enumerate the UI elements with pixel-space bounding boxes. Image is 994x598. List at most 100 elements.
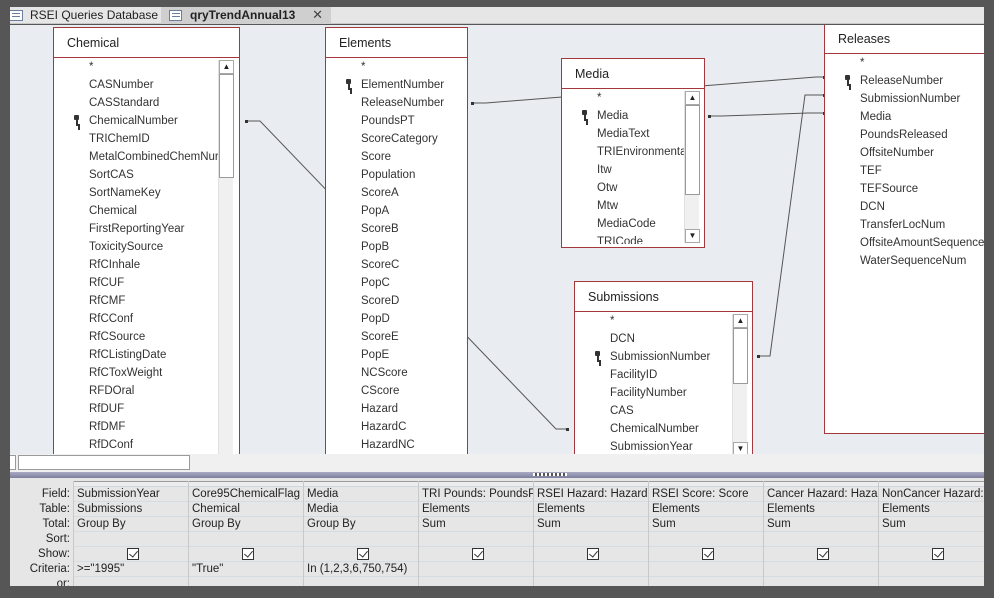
field-item[interactable]: RfDUF bbox=[54, 400, 239, 418]
field-item[interactable]: Media bbox=[825, 108, 984, 126]
field-item[interactable]: SortCAS bbox=[54, 166, 239, 184]
grid-cell-sort[interactable] bbox=[534, 532, 648, 547]
show-checkbox[interactable] bbox=[701, 548, 714, 561]
field-item[interactable]: PopC bbox=[326, 274, 467, 292]
scroll-thumb[interactable] bbox=[733, 328, 748, 384]
show-checkbox[interactable] bbox=[126, 548, 139, 561]
field-item[interactable]: SubmissionYear bbox=[575, 438, 752, 455]
grid-cell-show[interactable] bbox=[534, 547, 648, 562]
tab-qrytrendannual13[interactable]: qryTrendAnnual13 ✕ bbox=[161, 7, 331, 24]
close-icon[interactable]: ✕ bbox=[312, 7, 323, 23]
grid-cell-total[interactable]: Sum bbox=[764, 517, 878, 532]
field-item[interactable]: ScoreCategory bbox=[326, 130, 467, 148]
field-item[interactable]: TRICode bbox=[562, 233, 704, 244]
grid-cell-table[interactable]: Submissions bbox=[74, 502, 188, 517]
field-item[interactable]: CAS bbox=[575, 402, 752, 420]
field-item[interactable]: Hazard bbox=[326, 400, 467, 418]
field-item[interactable]: PoundsReleased bbox=[825, 126, 984, 144]
field-item[interactable]: OffsiteNumber bbox=[825, 144, 984, 162]
field-item[interactable]: TRIChemID bbox=[54, 130, 239, 148]
grid-cell-total[interactable]: Sum bbox=[534, 517, 648, 532]
grid-cell-criteria[interactable]: >="1995" bbox=[74, 562, 188, 577]
grid-cell-field[interactable]: SubmissionYear bbox=[74, 487, 188, 502]
horizontal-scrollbar[interactable] bbox=[18, 455, 190, 470]
field-item[interactable]: PopA bbox=[326, 202, 467, 220]
field-item[interactable]: HazardC bbox=[326, 418, 467, 436]
scroll-up-arrow-icon[interactable]: ▲ bbox=[685, 91, 700, 105]
field-item[interactable]: DCN bbox=[825, 198, 984, 216]
field-item[interactable]: OffsiteAmountSequence bbox=[825, 234, 984, 252]
grid-cell-criteria[interactable] bbox=[649, 562, 763, 577]
field-item[interactable]: RfCConf bbox=[54, 310, 239, 328]
grid-cell-total[interactable]: Group By bbox=[74, 517, 188, 532]
grid-cell-show[interactable] bbox=[304, 547, 418, 562]
field-item[interactable]: ScoreA bbox=[326, 184, 467, 202]
field-item[interactable]: Mtw bbox=[562, 197, 704, 215]
field-item[interactable]: RFDOral bbox=[54, 382, 239, 400]
grid-cell-table[interactable]: Elements bbox=[534, 502, 648, 517]
show-checkbox[interactable] bbox=[471, 548, 484, 561]
scrollbar[interactable]: ▲ bbox=[218, 60, 234, 455]
show-checkbox[interactable] bbox=[356, 548, 369, 561]
field-item[interactable]: FacilityID bbox=[575, 366, 752, 384]
grid-cell-show[interactable] bbox=[879, 547, 984, 562]
grid-cell-field[interactable]: RSEI Score: Score bbox=[649, 487, 763, 502]
grid-cell-field[interactable]: NonCancer Hazard: HazardNC bbox=[879, 487, 984, 502]
field-item[interactable]: Otw bbox=[562, 179, 704, 197]
field-item[interactable]: RfCToxWeight bbox=[54, 364, 239, 382]
table-media[interactable]: Media * Media MediaText TRIEnvironmenta Itw O… bbox=[561, 58, 705, 248]
show-checkbox[interactable] bbox=[816, 548, 829, 561]
grid-cell-sort[interactable] bbox=[649, 532, 763, 547]
field-item[interactable]: SubmissionNumber bbox=[825, 90, 984, 108]
scroll-up-arrow-icon[interactable]: ▲ bbox=[219, 60, 234, 74]
grid-cell-show[interactable] bbox=[649, 547, 763, 562]
field-item[interactable]: MetalCombinedChemNur bbox=[54, 148, 239, 166]
field-item[interactable]: DCN bbox=[575, 330, 752, 348]
show-checkbox[interactable] bbox=[586, 548, 599, 561]
grid-cell-or[interactable] bbox=[419, 577, 533, 586]
grid-cell-total[interactable]: Sum bbox=[649, 517, 763, 532]
grid-cell-sort[interactable] bbox=[304, 532, 418, 547]
grid-cell-table[interactable]: Elements bbox=[419, 502, 533, 517]
field-item[interactable]: Score bbox=[326, 148, 467, 166]
scroll-thumb[interactable] bbox=[685, 105, 700, 195]
grid-cell-or[interactable] bbox=[879, 577, 984, 586]
field-item[interactable]: Media bbox=[562, 107, 704, 125]
field-item[interactable]: RfDMF bbox=[54, 418, 239, 436]
grid-cell-table[interactable]: Elements bbox=[764, 502, 878, 517]
field-item[interactable]: ReleaseNumber bbox=[326, 94, 467, 112]
scrollbar[interactable]: ▲ ▼ bbox=[732, 314, 748, 455]
field-item[interactable]: * bbox=[562, 89, 704, 107]
field-item[interactable]: ToxicitySource bbox=[54, 238, 239, 256]
field-item[interactable]: TRIEnvironmenta bbox=[562, 143, 704, 161]
grid-cell-total[interactable]: Group By bbox=[189, 517, 303, 532]
grid-cell-sort[interactable] bbox=[74, 532, 188, 547]
field-item[interactable]: FirstReportingYear bbox=[54, 220, 239, 238]
field-item[interactable]: PopE bbox=[326, 346, 467, 364]
field-item[interactable]: CASStandard bbox=[54, 94, 239, 112]
field-item[interactable]: ScoreD bbox=[326, 292, 467, 310]
grid-cell-field[interactable]: TRI Pounds: PoundsPT bbox=[419, 487, 533, 502]
grid-cell-total[interactable]: Sum bbox=[419, 517, 533, 532]
field-item[interactable]: * bbox=[54, 58, 239, 76]
field-item[interactable]: SortNameKey bbox=[54, 184, 239, 202]
field-item[interactable]: Population bbox=[326, 166, 467, 184]
field-item[interactable]: NCScore bbox=[326, 364, 467, 382]
field-item[interactable]: PoundsPT bbox=[326, 112, 467, 130]
grid-cell-show[interactable] bbox=[419, 547, 533, 562]
grid-cell-or[interactable] bbox=[189, 577, 303, 586]
field-item[interactable]: Itw bbox=[562, 161, 704, 179]
field-item[interactable]: ScoreE bbox=[326, 328, 467, 346]
grid-cell-table[interactable]: Media bbox=[304, 502, 418, 517]
grid-cell-or[interactable] bbox=[534, 577, 648, 586]
field-item[interactable]: ElementNumber bbox=[326, 76, 467, 94]
field-item[interactable]: RfCInhale bbox=[54, 256, 239, 274]
grid-cell-table[interactable]: Chemical bbox=[189, 502, 303, 517]
grid-cell-or[interactable] bbox=[649, 577, 763, 586]
field-item[interactable]: Chemical bbox=[54, 202, 239, 220]
grid-cell-criteria[interactable] bbox=[764, 562, 878, 577]
field-item[interactable]: RfDConf bbox=[54, 436, 239, 454]
field-item[interactable]: ScoreC bbox=[326, 256, 467, 274]
grid-cell-criteria[interactable] bbox=[419, 562, 533, 577]
field-item[interactable]: ReleaseNumber bbox=[825, 72, 984, 90]
